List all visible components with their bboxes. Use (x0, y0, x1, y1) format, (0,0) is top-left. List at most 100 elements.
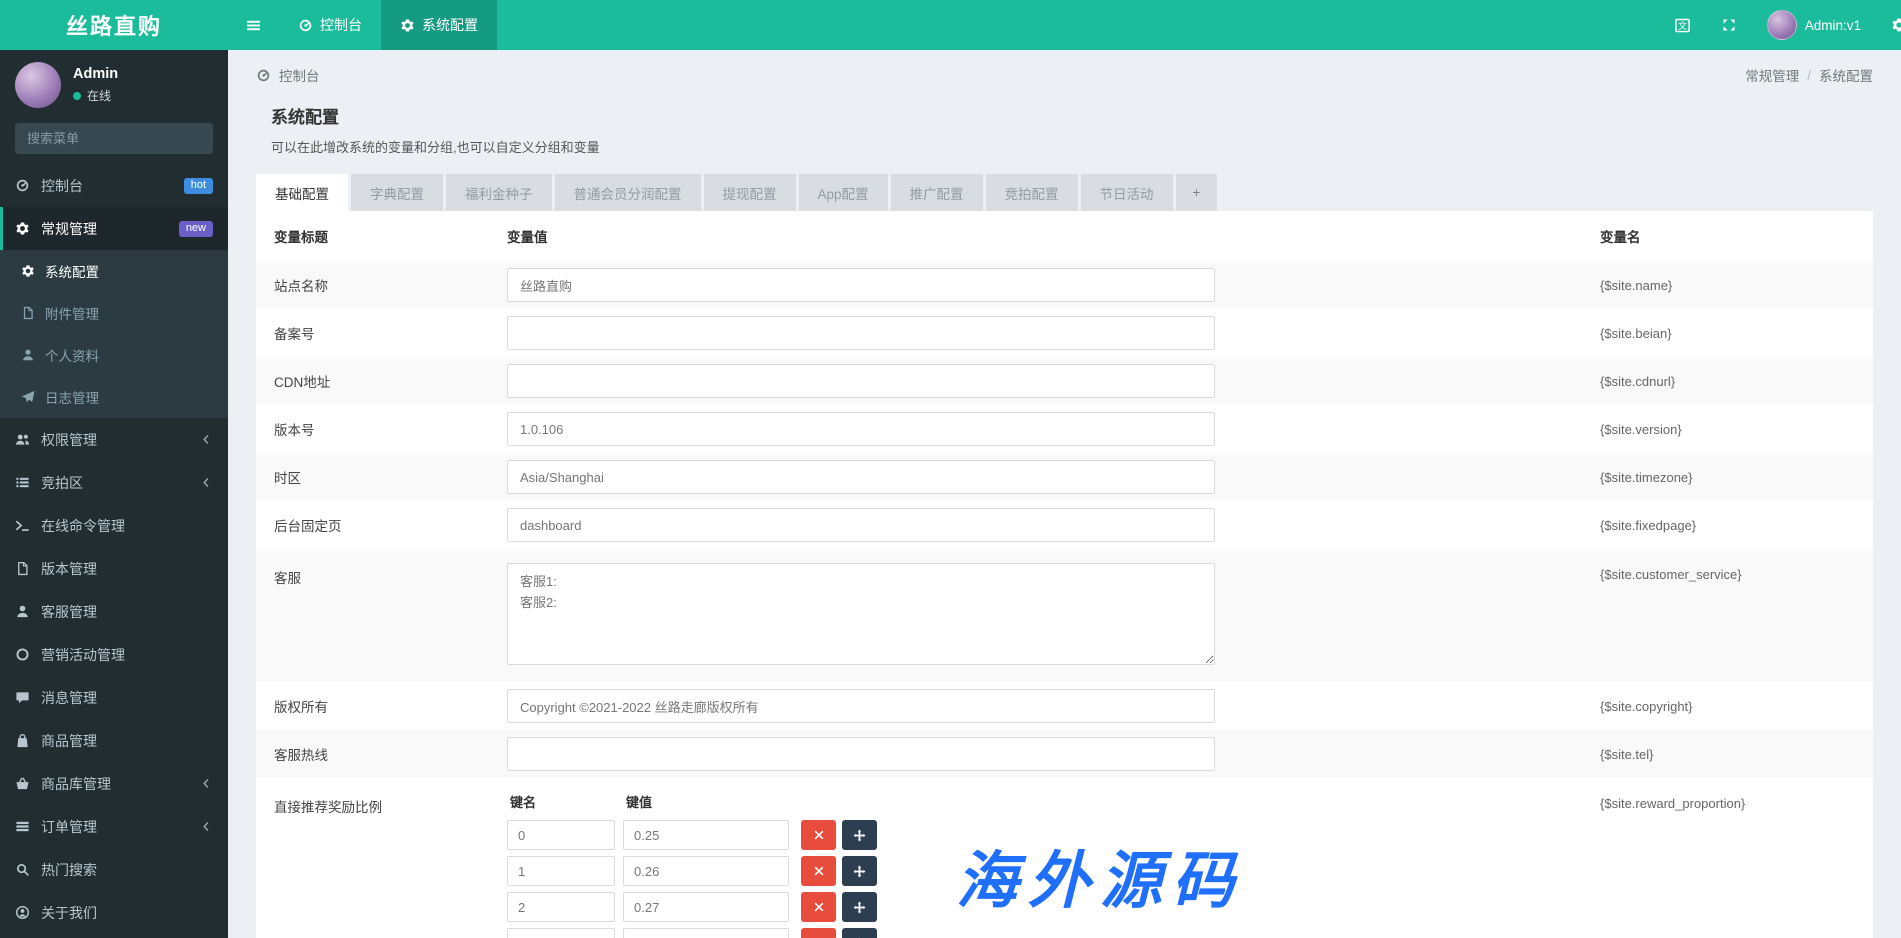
avatar (15, 62, 61, 108)
kv-row (507, 892, 1600, 922)
var-name: {$site.reward_proportion} (1600, 792, 1873, 811)
delete-row-button[interactable] (801, 856, 836, 886)
tab-holiday-activity[interactable]: 节日活动 (1081, 174, 1173, 211)
fullscreen-icon (1721, 17, 1737, 33)
file-icon (15, 561, 30, 576)
sidebar-item-permission-management[interactable]: 权限管理 (0, 418, 228, 461)
timezone-input[interactable] (507, 460, 1215, 494)
fixed-page-input[interactable] (507, 508, 1215, 542)
breadcrumb-parent[interactable]: 常规管理 (1745, 65, 1799, 85)
delete-row-button[interactable] (801, 892, 836, 922)
kv-value-input[interactable] (623, 928, 789, 938)
reward-proportion-editor: 键名 键值 (507, 792, 1600, 938)
hotline-input[interactable] (507, 737, 1215, 771)
var-name: {$site.beian} (1600, 326, 1873, 341)
language-button[interactable] (1659, 0, 1706, 50)
settings-button[interactable] (1876, 0, 1901, 50)
user-icon (21, 348, 35, 362)
sidebar-item-message-management[interactable]: 消息管理 (0, 676, 228, 719)
breadcrumb-separator: / (1807, 68, 1811, 83)
kv-key-input[interactable] (507, 892, 615, 922)
user-label: Admin:v1 (1805, 18, 1861, 33)
fullscreen-button[interactable] (1706, 0, 1752, 50)
main-content: 控制台 常规管理 / 系统配置 系统配置 可以在此增改系统的变量和分组,也可以自… (228, 50, 1901, 938)
topnav-dashboard[interactable]: 控制台 (279, 0, 381, 50)
beian-input[interactable] (507, 316, 1215, 350)
drag-row-button[interactable] (842, 820, 877, 850)
tab-promotion-config[interactable]: 推广配置 (891, 174, 983, 211)
panel-header: 系统配置 可以在此增改系统的变量和分组,也可以自定义分组和变量 (256, 97, 1873, 156)
site-name-input[interactable] (507, 268, 1215, 302)
topnav-system-config[interactable]: 系统配置 (381, 0, 497, 50)
kv-value-input[interactable] (623, 820, 789, 850)
page-title: 系统配置 (271, 103, 1858, 128)
var-name: {$site.tel} (1600, 747, 1873, 762)
version-input[interactable] (507, 412, 1215, 446)
customer-service-textarea[interactable]: 客服1: 客服2: (507, 563, 1215, 665)
comment-icon (15, 690, 30, 705)
tab-member-profit-config[interactable]: 普通会员分润配置 (555, 174, 701, 211)
tab-welfare-seed[interactable]: 福利金种子 (446, 174, 552, 211)
kv-row (507, 928, 1600, 938)
sidebar-item-hot-search[interactable]: 热门搜索 (0, 848, 228, 891)
sidebar-toggle-button[interactable] (228, 0, 279, 50)
search-input[interactable] (15, 123, 213, 154)
sidebar-item-general-management[interactable]: 常规管理 new (0, 207, 228, 250)
delete-row-button[interactable] (801, 820, 836, 850)
kv-key-input[interactable] (507, 928, 615, 938)
sidebar-item-attachment-management[interactable]: 附件管理 (0, 292, 228, 334)
drag-row-button[interactable] (842, 928, 877, 938)
tab-app-config[interactable]: App配置 (799, 174, 888, 211)
topbar-right: Admin:v1 (1659, 0, 1901, 50)
circle-icon (15, 647, 30, 662)
sidebar-item-product-management[interactable]: 商品管理 (0, 719, 228, 762)
sidebar-item-order-management[interactable]: 订单管理 (0, 805, 228, 848)
user-icon (15, 604, 30, 619)
chevron-left-icon (200, 476, 213, 489)
file-icon (21, 306, 35, 320)
kv-value-input[interactable] (623, 892, 789, 922)
user-menu[interactable]: Admin:v1 (1752, 0, 1876, 50)
tab-withdrawal-config[interactable]: 提现配置 (704, 174, 796, 211)
sidebar-item-product-library[interactable]: 商品库管理 (0, 762, 228, 805)
var-name: {$site.fixedpage} (1600, 518, 1873, 533)
var-name: {$site.copyright} (1600, 699, 1873, 714)
sidebar-item-about-us[interactable]: 关于我们 (0, 891, 228, 934)
sidebar-item-profile[interactable]: 个人资料 (0, 334, 228, 376)
header-var-title: 变量标题 (256, 226, 507, 246)
table-row: 直接推荐奖励比例 键名 键值 (256, 778, 1873, 938)
drag-row-button[interactable] (842, 856, 877, 886)
copyright-input[interactable] (507, 689, 1215, 723)
kv-key-input[interactable] (507, 856, 615, 886)
delete-row-button[interactable] (801, 928, 836, 938)
sidebar-item-marketing-management[interactable]: 营销活动管理 (0, 633, 228, 676)
tab-dictionary-config[interactable]: 字典配置 (351, 174, 443, 211)
topbar: 丝路直购 控制台 系统配置 Admin:v1 (0, 0, 1901, 50)
sidebar-item-customer-service-management[interactable]: 客服管理 (0, 590, 228, 633)
sidebar-item-system-config[interactable]: 系统配置 (0, 250, 228, 292)
table-header: 变量标题 变量值 变量名 (256, 211, 1873, 261)
breadcrumb-left[interactable]: 控制台 (256, 65, 320, 85)
tab-basic-config[interactable]: 基础配置 (256, 174, 348, 211)
cdn-url-input[interactable] (507, 364, 1215, 398)
table-row: 版本号 {$site.version} (256, 405, 1873, 453)
dashboard-icon (298, 18, 313, 33)
add-tab-button[interactable]: + (1176, 174, 1218, 211)
hot-badge: hot (184, 178, 213, 194)
drag-row-button[interactable] (842, 892, 877, 922)
paper-plane-icon (21, 390, 35, 404)
kv-key-input[interactable] (507, 820, 615, 850)
user-circle-icon (15, 905, 30, 920)
table-row: 客服 客服1: 客服2: {$site.customer_service} (256, 549, 1873, 682)
sidebar-item-dashboard[interactable]: 控制台 hot (0, 164, 228, 207)
user-name: Admin (73, 66, 118, 82)
sidebar-item-log-management[interactable]: 日志管理 (0, 376, 228, 418)
tab-auction-config[interactable]: 竞拍配置 (986, 174, 1078, 211)
sidebar-item-online-command[interactable]: 在线命令管理 (0, 504, 228, 547)
sidebar-item-version-management[interactable]: 版本管理 (0, 547, 228, 590)
breadcrumb-right: 常规管理 / 系统配置 (1745, 65, 1873, 85)
table-row: 站点名称 {$site.name} (256, 261, 1873, 309)
sidebar-item-auction-zone[interactable]: 竞拍区 (0, 461, 228, 504)
var-name: {$site.timezone} (1600, 470, 1873, 485)
kv-value-input[interactable] (623, 856, 789, 886)
